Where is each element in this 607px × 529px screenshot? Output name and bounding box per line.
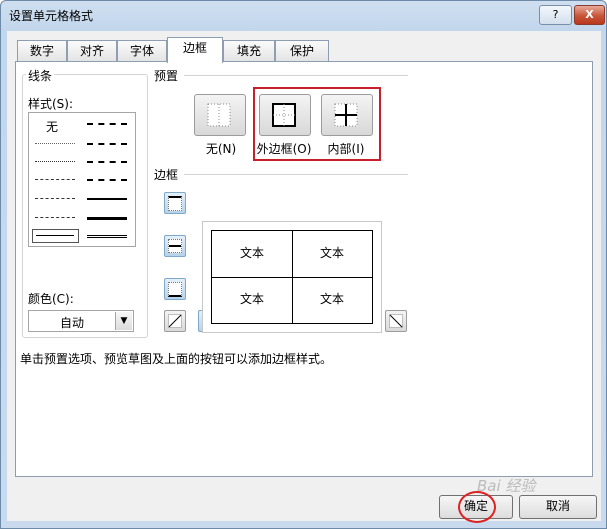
tab-fill[interactable]: 填充 bbox=[223, 40, 275, 62]
line-style-option[interactable] bbox=[87, 198, 127, 200]
border-middle-horizontal-icon bbox=[168, 239, 182, 253]
tab-protection[interactable]: 保护 bbox=[275, 40, 329, 62]
dialog-title: 设置单元格格式 bbox=[9, 9, 94, 23]
hint-text: 单击预置选项、预览草图及上面的按钮可以添加边框样式。 bbox=[20, 352, 333, 366]
cancel-button[interactable]: 取消 bbox=[519, 495, 597, 519]
watermark: Bai 经验 bbox=[477, 477, 536, 495]
diagonal-down-icon bbox=[389, 314, 403, 328]
line-style-option[interactable] bbox=[35, 217, 75, 218]
tab-number[interactable]: 数字 bbox=[17, 40, 67, 62]
preview-grid[interactable]: 文本 文本 文本 文本 bbox=[211, 230, 373, 324]
diagonal-up-icon bbox=[168, 314, 182, 328]
border-bottom-button[interactable] bbox=[164, 278, 186, 300]
line-style-option[interactable] bbox=[87, 235, 127, 238]
line-style-option[interactable] bbox=[87, 179, 127, 181]
line-style-option[interactable] bbox=[87, 143, 127, 145]
tab-font[interactable]: 字体 bbox=[117, 40, 167, 62]
format-cells-dialog: 设置单元格格式 ? X 数字 对齐 字体 边框 填充 保护 线条 样式(S): … bbox=[0, 0, 607, 529]
line-style-label: 样式(S): bbox=[28, 97, 74, 111]
line-style-option[interactable] bbox=[35, 179, 75, 180]
border-divider bbox=[184, 174, 408, 175]
line-style-option[interactable] bbox=[35, 161, 75, 162]
line-group-label: 线条 bbox=[26, 67, 55, 84]
tab-alignment[interactable]: 对齐 bbox=[67, 40, 117, 62]
help-button[interactable]: ? bbox=[539, 5, 572, 25]
preset-divider bbox=[184, 75, 408, 76]
border-none-icon bbox=[207, 103, 231, 127]
border-diagonal-up-button[interactable] bbox=[164, 310, 186, 332]
title-bar[interactable]: 设置单元格格式 ? X bbox=[1, 1, 606, 29]
chevron-down-icon[interactable]: ▼ bbox=[115, 312, 132, 330]
line-style-option[interactable] bbox=[87, 123, 127, 125]
preview-cell-text: 文本 bbox=[319, 246, 344, 260]
color-label: 颜色(C): bbox=[28, 292, 74, 306]
border-top-button[interactable] bbox=[164, 192, 186, 214]
border-group-label: 边框 bbox=[152, 166, 181, 183]
line-style-none[interactable]: 无 bbox=[46, 118, 58, 135]
border-bottom-icon bbox=[168, 282, 182, 297]
border-diagonal-down-button[interactable] bbox=[385, 310, 407, 332]
line-style-option[interactable] bbox=[35, 143, 75, 144]
line-style-option[interactable] bbox=[87, 217, 127, 220]
border-middle-horizontal-button[interactable] bbox=[164, 235, 186, 257]
preset-none-button[interactable] bbox=[194, 94, 246, 136]
border-top-icon bbox=[168, 196, 182, 211]
preview-cell-text: 文本 bbox=[239, 246, 264, 260]
preset-group-label: 预置 bbox=[152, 67, 181, 84]
color-dropdown[interactable]: 自动 ▼ bbox=[28, 310, 134, 332]
tab-border[interactable]: 边框 bbox=[167, 37, 223, 63]
border-tab-panel: 线条 样式(S): 无 颜色(C): 自动 ▼ 预置 无(N) 外边框(O) 内… bbox=[15, 61, 593, 477]
border-preview[interactable]: 文本 文本 文本 文本 bbox=[202, 221, 382, 333]
line-style-selected[interactable] bbox=[32, 229, 79, 243]
preview-cell-text: 文本 bbox=[239, 292, 264, 306]
color-value: 自动 bbox=[59, 316, 84, 330]
close-button[interactable]: X bbox=[574, 5, 605, 25]
line-style-option[interactable] bbox=[87, 161, 127, 163]
dialog-client: 数字 对齐 字体 边框 填充 保护 线条 样式(S): 无 颜色(C): 自动 … bbox=[7, 31, 601, 523]
line-style-option[interactable] bbox=[35, 198, 75, 199]
preview-cell-text: 文本 bbox=[319, 292, 344, 306]
line-style-list[interactable]: 无 bbox=[28, 112, 136, 247]
highlight-box bbox=[253, 87, 381, 161]
preset-none-label: 无(N) bbox=[205, 142, 237, 156]
